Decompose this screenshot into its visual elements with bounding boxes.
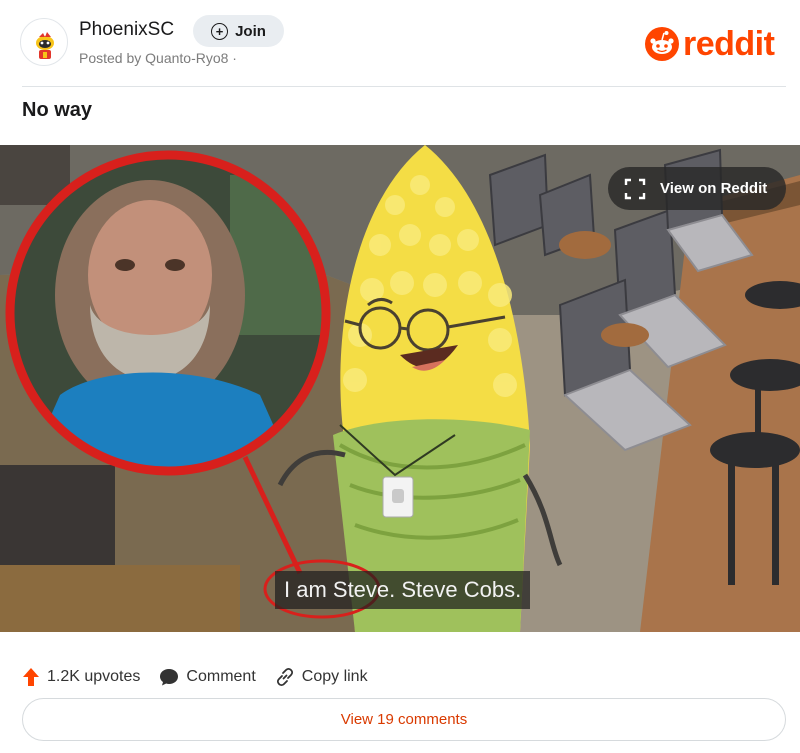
- subreddit-name[interactable]: PhoenixSC: [79, 19, 174, 41]
- comment-bubble-icon: [160, 669, 179, 686]
- reddit-wordmark: reddit: [683, 25, 775, 63]
- copy-link-button[interactable]: Copy link: [275, 667, 368, 687]
- expand-icon: [624, 178, 646, 200]
- post-header: PhoenixSC + Join Posted by Quanto-Ryo8 ·…: [0, 0, 800, 86]
- upvote-count: 1.2K upvotes: [47, 668, 141, 685]
- comment-button[interactable]: Comment: [159, 667, 256, 687]
- copy-link-label: Copy link: [301, 668, 368, 685]
- posted-by[interactable]: Posted by Quanto-Ryo8 ·: [79, 50, 237, 66]
- join-label: Join: [235, 22, 266, 40]
- view-on-reddit-label: View on Reddit: [660, 180, 768, 197]
- join-button[interactable]: + Join: [193, 15, 284, 47]
- post-title[interactable]: No way: [22, 99, 92, 122]
- video-frame: [0, 145, 800, 632]
- subreddit-avatar[interactable]: [20, 18, 68, 66]
- plus-circle-icon: +: [211, 22, 229, 40]
- header-divider: [22, 86, 786, 87]
- link-icon: [276, 667, 293, 687]
- comment-label: Comment: [186, 668, 256, 685]
- upvote-button[interactable]: 1.2K upvotes: [22, 667, 140, 687]
- reddit-logo[interactable]: reddit: [644, 24, 775, 64]
- post-video[interactable]: View on Reddit I am Steve. Steve Cobs.: [0, 145, 800, 632]
- post-actions: 1.2K upvotes Comment Copy link: [22, 664, 387, 690]
- view-comments-button[interactable]: View 19 comments: [22, 698, 786, 741]
- upvote-arrow-icon: [23, 668, 39, 686]
- reddit-snoo-icon: [645, 27, 679, 61]
- phoenix-mascot-icon: [36, 32, 54, 59]
- video-subtitle: I am Steve. Steve Cobs.: [275, 571, 531, 609]
- view-on-reddit-button[interactable]: View on Reddit: [608, 167, 786, 210]
